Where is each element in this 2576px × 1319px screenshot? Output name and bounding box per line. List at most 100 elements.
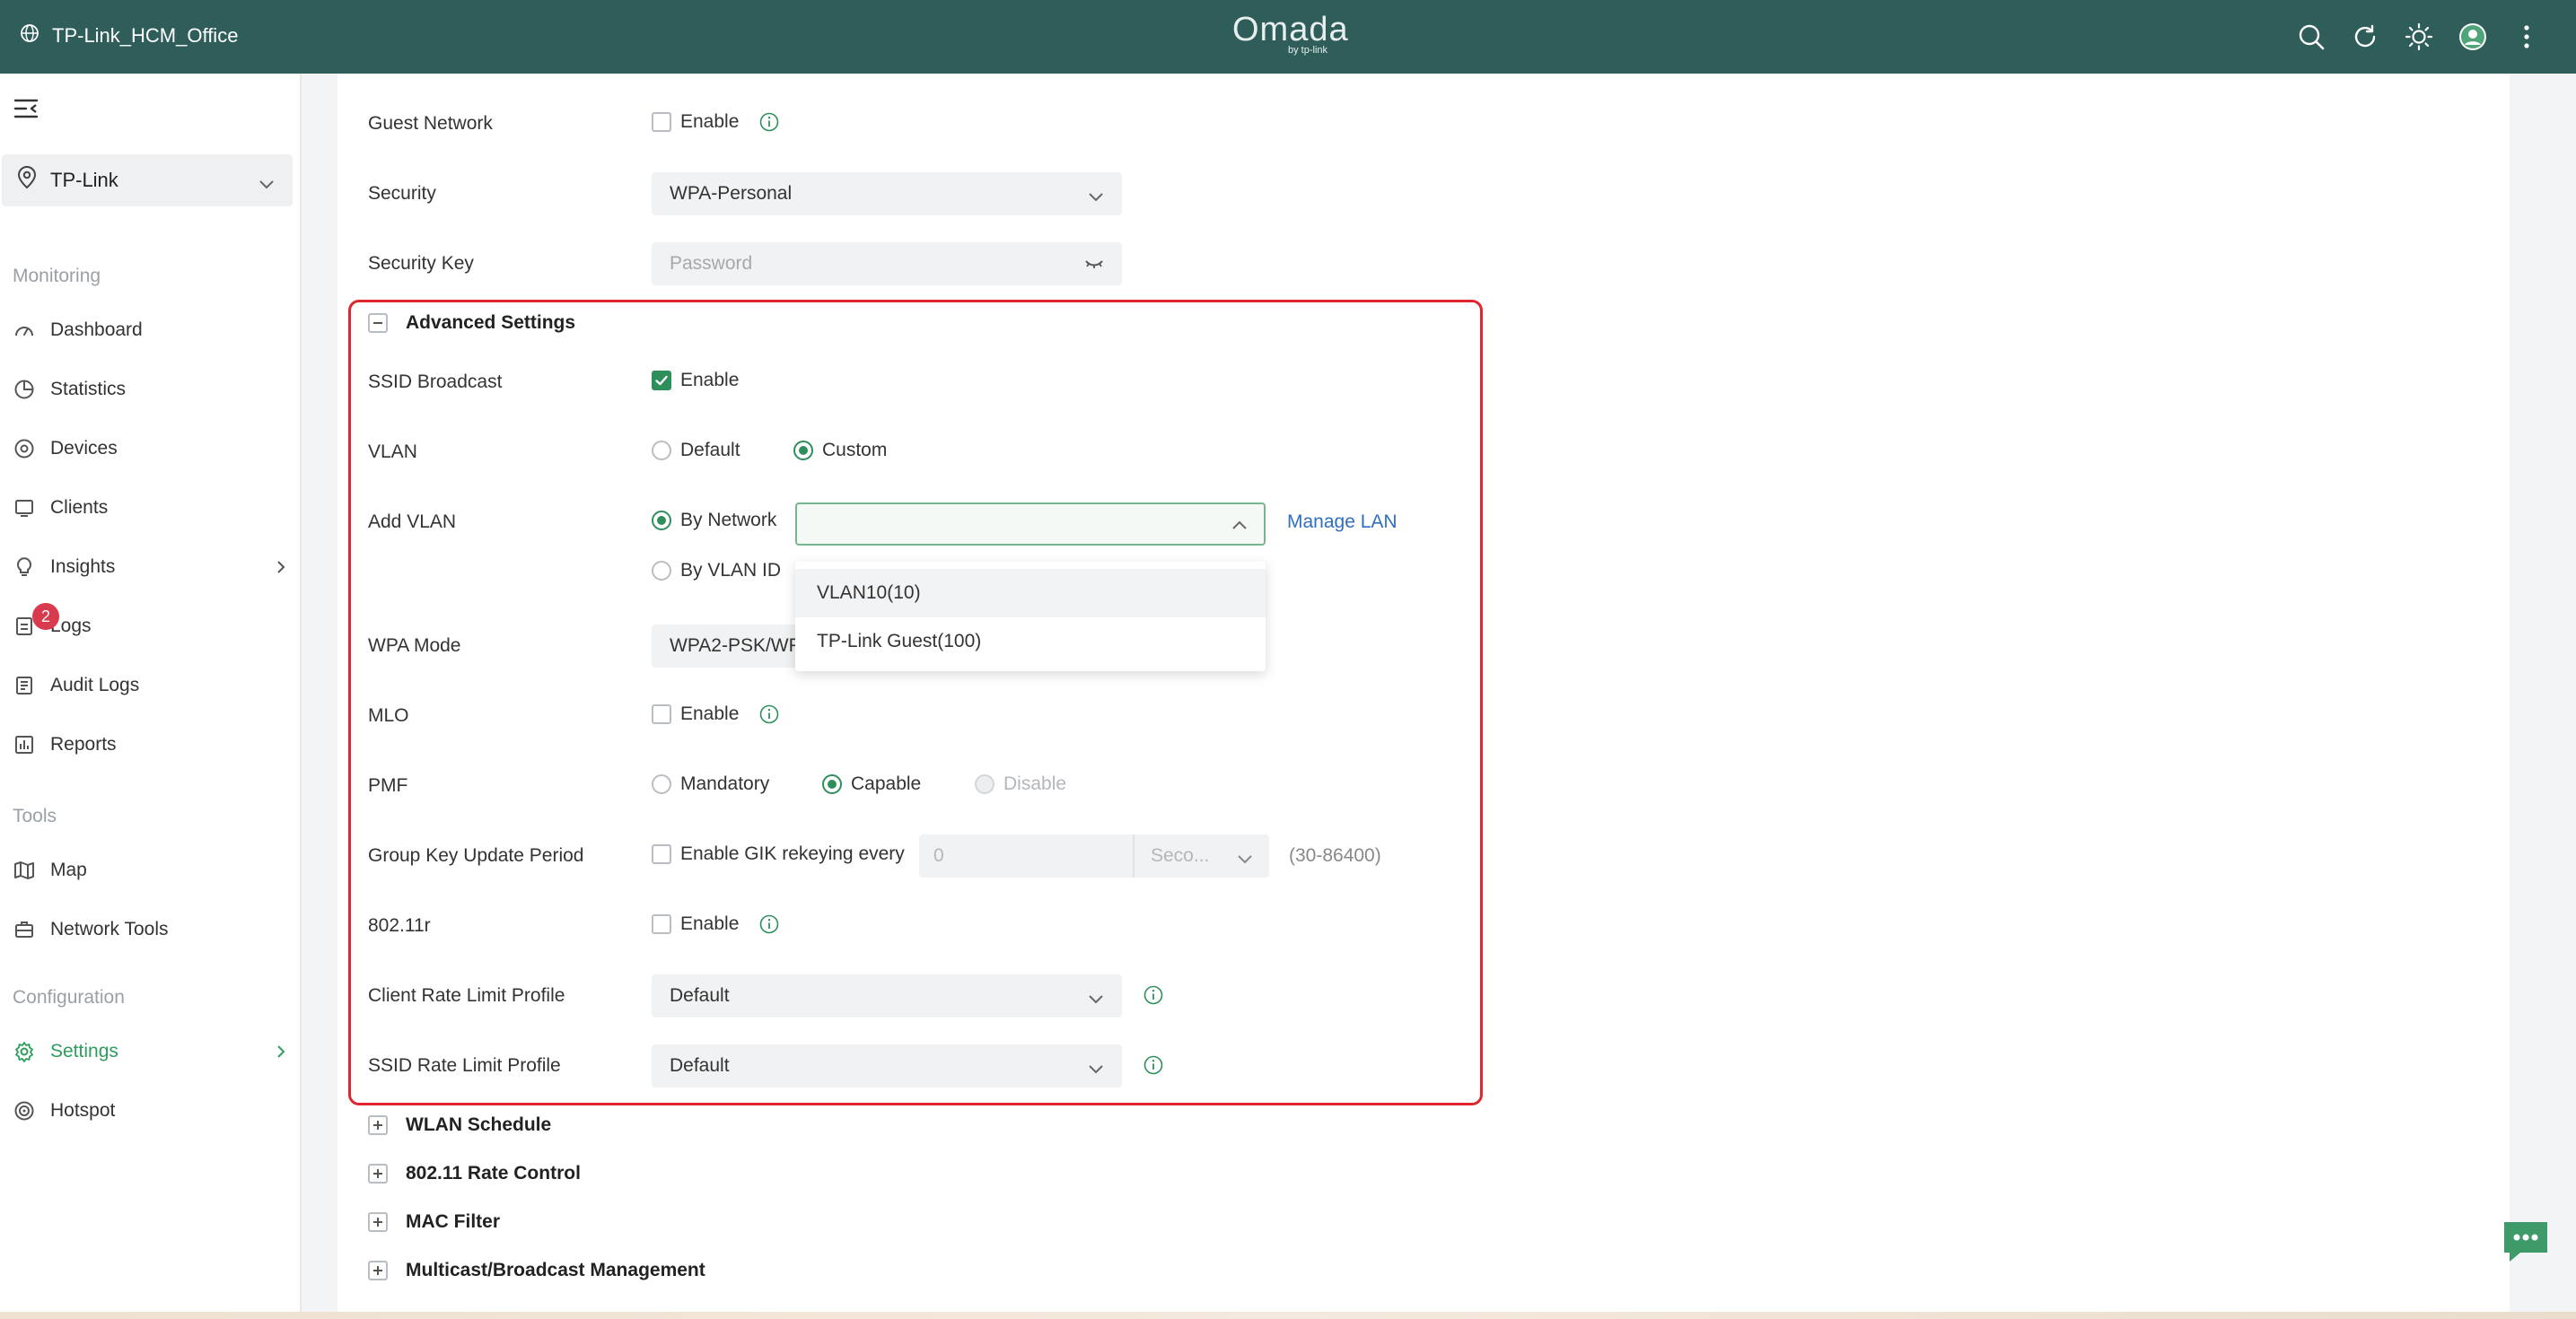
vlan-default-radio[interactable]: [652, 441, 671, 460]
r80211-label: 802.11r: [368, 915, 431, 936]
collapse-minus-icon: [368, 313, 388, 333]
sidebar-item-label: Insights: [50, 556, 116, 577]
site-indicator[interactable]: TP-Link_HCM_Office: [20, 23, 238, 48]
manage-lan-link[interactable]: Manage LAN: [1287, 511, 1398, 533]
wlan-schedule-toggle[interactable]: WLAN Schedule: [368, 1114, 551, 1136]
rate-control-toggle[interactable]: 802.11 Rate Control: [368, 1163, 581, 1184]
guest-network-field: Enable: [652, 111, 779, 133]
r80211-field: Enable: [652, 913, 779, 935]
ssid-broadcast-label: SSID Broadcast: [368, 371, 503, 392]
pmf-disable-option: Disable: [975, 773, 1066, 795]
pmf-mandatory-option[interactable]: Mandatory: [652, 773, 769, 795]
gik-option: Enable GIK rekeying every: [680, 843, 905, 864]
sidebar-item-settings[interactable]: Settings: [13, 1034, 291, 1070]
security-key-input[interactable]: Password: [652, 242, 1122, 285]
ssid-broadcast-checkbox[interactable]: [652, 371, 671, 390]
expand-plus-icon: [368, 1115, 388, 1135]
settings-form: Guest Network Enable Security WPA-Person…: [337, 74, 2510, 1312]
gik-unit-value: Seco...: [1151, 845, 1210, 866]
sidebar-item-logs[interactable]: Logs 2: [13, 603, 291, 644]
by-vlan-id-radio[interactable]: [652, 561, 671, 581]
vlan-custom-radio[interactable]: [793, 441, 813, 460]
sidebar-item-audit-logs[interactable]: Audit Logs: [13, 668, 291, 703]
audit-log-icon: [13, 674, 36, 697]
map-icon: [13, 859, 36, 882]
sidebar-item-statistics[interactable]: Statistics: [13, 371, 291, 407]
gik-label: Group Key Update Period: [368, 845, 584, 866]
network-dropdown-menu: VLAN10(10) TP-Link Guest(100): [795, 562, 1266, 671]
r80211-checkbox[interactable]: [652, 914, 671, 934]
network-select[interactable]: [795, 502, 1266, 546]
refresh-icon[interactable]: [2350, 22, 2380, 52]
chevron-down-icon: [1088, 989, 1104, 1010]
sidebar-item-insights[interactable]: Insights: [13, 549, 291, 585]
sidebar-item-devices[interactable]: Devices: [13, 431, 291, 467]
chat-support-button[interactable]: [2501, 1219, 2551, 1265]
vlan-default-label: Default: [680, 440, 740, 460]
dropdown-option-vlan10[interactable]: VLAN10(10): [795, 569, 1266, 617]
theme-icon[interactable]: [2404, 22, 2434, 52]
more-icon[interactable]: [2511, 22, 2542, 52]
info-icon[interactable]: [1143, 985, 1163, 1005]
info-icon[interactable]: [759, 112, 779, 132]
multicast-toggle[interactable]: Multicast/Broadcast Management: [368, 1260, 705, 1281]
sidebar-item-map[interactable]: Map: [13, 852, 291, 888]
sidebar-item-dashboard[interactable]: Dashboard: [13, 312, 291, 348]
menu-collapse-icon[interactable]: [13, 95, 39, 122]
location-pin-icon: [16, 166, 38, 195]
search-icon[interactable]: [2296, 22, 2326, 52]
info-icon[interactable]: [759, 914, 779, 934]
client-rate-select[interactable]: Default: [652, 974, 1122, 1018]
globe-icon: [20, 23, 39, 48]
gik-field: Enable GIK rekeying every: [652, 843, 905, 865]
pmf-mandatory-radio[interactable]: [652, 774, 671, 794]
guest-network-checkbox[interactable]: [652, 112, 671, 132]
site-selector-label: TP-Link: [50, 169, 118, 191]
mlo-option: Enable: [680, 703, 740, 724]
pmf-disable-radio: [975, 774, 994, 794]
vlan-default-option[interactable]: Default: [652, 440, 740, 461]
gik-period-value: 0: [933, 845, 944, 866]
device-icon: [13, 437, 36, 460]
advanced-settings-toggle[interactable]: Advanced Settings: [368, 312, 575, 334]
by-network-radio[interactable]: [652, 511, 671, 530]
bottom-strip: [0, 1312, 2576, 1319]
sidebar-item-clients[interactable]: Clients: [13, 490, 291, 526]
security-value: WPA-Personal: [670, 183, 793, 204]
info-icon[interactable]: [1143, 1055, 1163, 1075]
pmf-capable-label: Capable: [851, 773, 922, 794]
vlan-custom-option[interactable]: Custom: [793, 440, 887, 461]
pmf-capable-radio[interactable]: [822, 774, 842, 794]
pmf-mandatory-label: Mandatory: [680, 773, 770, 794]
by-vlan-id-option[interactable]: By VLAN ID: [652, 560, 781, 581]
dropdown-option-tplink-guest[interactable]: TP-Link Guest(100): [795, 617, 1266, 666]
sidebar-item-hotspot[interactable]: Hotspot: [13, 1093, 291, 1129]
chevron-down-icon: [1088, 1059, 1104, 1080]
ssid-rate-select[interactable]: Default: [652, 1044, 1122, 1088]
ssid-rate-label: SSID Rate Limit Profile: [368, 1055, 561, 1076]
lightbulb-icon: [13, 555, 36, 579]
sidebar-item-reports[interactable]: Reports: [13, 727, 291, 763]
by-network-option[interactable]: By Network: [652, 510, 776, 531]
nav-section-monitoring: Monitoring: [13, 266, 101, 286]
pmf-capable-option[interactable]: Capable: [822, 773, 921, 795]
avatar-icon[interactable]: [2458, 22, 2488, 52]
info-icon[interactable]: [759, 704, 779, 724]
security-label: Security: [368, 183, 436, 204]
security-select[interactable]: WPA-Personal: [652, 172, 1122, 215]
chevron-down-icon: [1088, 187, 1104, 208]
wpa-mode-label: WPA Mode: [368, 635, 461, 656]
sidebar-item-label: Clients: [50, 497, 109, 518]
mac-filter-toggle[interactable]: MAC Filter: [368, 1211, 500, 1233]
mlo-label: MLO: [368, 705, 409, 726]
sidebar-item-network-tools[interactable]: Network Tools: [13, 912, 291, 948]
gik-period-input: 0: [919, 834, 1133, 878]
r80211-option: Enable: [680, 913, 740, 934]
guest-network-option: Enable: [680, 111, 740, 132]
site-selector[interactable]: TP-Link: [2, 154, 293, 206]
mlo-checkbox[interactable]: [652, 704, 671, 724]
chevron-down-icon: [1237, 849, 1253, 870]
gik-checkbox[interactable]: [652, 844, 671, 864]
ssid-broadcast-option: Enable: [680, 370, 740, 390]
eye-closed-icon[interactable]: [1084, 255, 1104, 276]
